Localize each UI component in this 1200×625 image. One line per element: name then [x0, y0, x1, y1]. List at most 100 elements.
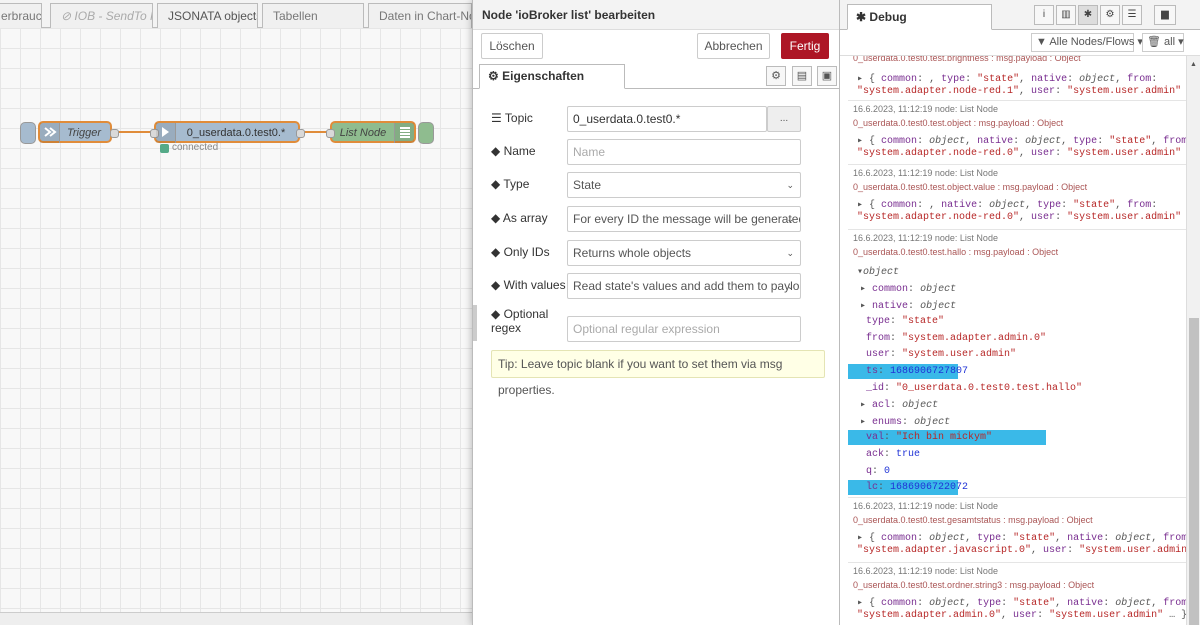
field-label: Only IDs — [503, 245, 550, 259]
flow-tab[interactable]: Daten in Chart-Nod — [368, 3, 472, 28]
debug-token: common — [881, 74, 918, 85]
name-input[interactable]: Name — [567, 139, 801, 165]
debug-value-line: "system.adapter.admin.0", user: "system.… — [857, 610, 1187, 621]
chevron-down-icon: ⌄ — [786, 180, 794, 190]
message-divider — [848, 164, 1187, 165]
field-topic: ☰ Topic 0_userdata.0.test0.* ... — [491, 106, 821, 132]
expand-triangle-icon[interactable]: ▸ — [860, 284, 872, 295]
expand-triangle-icon[interactable]: ▸ — [860, 417, 872, 428]
list-node[interactable]: List Node — [326, 121, 416, 143]
input-port[interactable] — [326, 129, 335, 138]
database-icon[interactable]: ☰ — [1122, 5, 1142, 25]
debug-token: , — [1019, 212, 1032, 223]
field-label: Type — [503, 177, 530, 191]
message-divider — [848, 229, 1187, 230]
expand-triangle-icon[interactable]: ▸ — [860, 301, 872, 312]
debug-token: native — [941, 200, 978, 211]
expand-triangle-icon[interactable]: ▸ — [857, 598, 869, 609]
property-row: user: "system.user.admin" — [866, 349, 1016, 360]
debug-token: from — [1127, 200, 1152, 211]
field-with-values: ◆ With values Read state's values and ad… — [491, 273, 821, 299]
message-topic: 0_userdata.0.test0.test.object.value : m… — [853, 182, 1088, 192]
tag-icon: ◆ — [491, 211, 501, 225]
flow-canvas[interactable]: Trigger 0_userdata.0.test0.* connected L… — [0, 28, 472, 625]
expand-triangle-icon[interactable]: ▸ — [860, 400, 872, 411]
topic-input[interactable]: 0_userdata.0.test0.* — [567, 106, 767, 132]
book-icon[interactable]: ▥ — [1056, 5, 1076, 25]
debug-token: "system.adapter.admin.0" — [857, 610, 1002, 621]
property-value: 1686906727807 — [890, 366, 969, 377]
scroll-up-icon[interactable]: ▲ — [1190, 61, 1197, 68]
debug-token: object — [929, 136, 966, 147]
debug-token: user — [1031, 212, 1056, 223]
output-port[interactable] — [110, 129, 119, 138]
debug-token: from — [1163, 136, 1187, 147]
tray-resize-handle[interactable] — [473, 305, 477, 341]
appearance-icon[interactable]: ▣ — [817, 66, 837, 86]
debug-token: "state" — [977, 74, 1020, 85]
debug-token: type — [941, 74, 966, 85]
gear-icon[interactable]: ⚙ — [1100, 5, 1120, 25]
flow-tab[interactable]: JSONATA objects — [157, 3, 258, 28]
debug-token: object — [863, 267, 900, 278]
topic-label: ☰ Topic — [491, 111, 533, 125]
flow-tab-disabled[interactable]: ⊘ IOB - SendTo Pr — [50, 3, 153, 28]
expand-triangle-icon[interactable]: ▸ — [857, 74, 869, 85]
ioget-node[interactable]: 0_userdata.0.test0.* — [150, 121, 305, 143]
expand-triangle-icon[interactable]: ▸ — [857, 200, 869, 211]
clear-dropdown[interactable]: 🗑 all ▾ — [1142, 33, 1184, 52]
debug-scrollbar[interactable]: ▲ — [1186, 56, 1200, 625]
tab-properties[interactable]: ⚙ Eigenschaften — [479, 64, 625, 89]
done-button[interactable]: Fertig — [781, 33, 829, 59]
filter-dropdown[interactable]: ▼ Alle Nodes/Flows ▾ — [1031, 33, 1143, 52]
edit-tray: Node 'ioBroker list' bearbeiten Löschen … — [472, 0, 840, 625]
property-row: q: 0 — [866, 466, 890, 477]
topic-browse-button[interactable]: ... — [767, 106, 801, 132]
delete-button[interactable]: Löschen — [481, 33, 543, 59]
bug-icon: ✱ — [856, 10, 867, 24]
settings-gear-icon[interactable]: ⚙ — [766, 66, 786, 86]
debug-token: : — [884, 382, 897, 394]
scroll-thumb[interactable] — [1189, 318, 1199, 625]
property-value: "state" — [902, 316, 945, 328]
debug-token: "system.adapter.node-red.1" — [857, 86, 1020, 97]
debug-token: common — [881, 136, 918, 147]
tab-debug[interactable]: ✱ Debug — [847, 4, 992, 30]
bug-icon[interactable]: ✱ — [1078, 5, 1098, 25]
debug-messages[interactable]: 0_userdata.0.test0.test.brightness : msg… — [840, 56, 1187, 625]
type-select[interactable]: State ⌄ — [567, 172, 801, 198]
debug-token: native — [1067, 533, 1104, 544]
only-ids-select[interactable]: Returns whole objects ⌄ — [567, 240, 801, 266]
flow-tab[interactable]: erbrauch — [0, 3, 42, 28]
as-array-select[interactable]: For every ID the message will be generat… — [567, 206, 801, 232]
chart-icon[interactable]: ▆ — [1154, 5, 1176, 25]
tray-toolbar: Löschen Abbrechen Fertig — [473, 30, 839, 61]
tip-box: Tip: Leave topic blank if you want to se… — [491, 350, 825, 397]
debug-token: type — [977, 598, 1002, 609]
regex-input[interactable]: Optional regular expression — [567, 316, 801, 342]
expand-triangle-icon[interactable]: ▸ — [857, 136, 869, 147]
trigger-inject-button[interactable] — [20, 122, 36, 144]
debug-token: : — [1067, 74, 1080, 85]
flow-tab[interactable]: Tabellen — [262, 3, 364, 28]
message-topic: 0_userdata.0.test0.test.object : msg.pay… — [853, 118, 1064, 128]
tasks-icon: ☰ — [491, 111, 502, 125]
debug-token: : — [878, 482, 891, 494]
disabled-icon: ⊘ — [61, 9, 72, 23]
property-key: ack — [866, 449, 885, 460]
output-port[interactable] — [296, 129, 305, 138]
trigger-node[interactable]: Trigger — [38, 121, 119, 143]
canvas-scrollbar[interactable] — [0, 612, 472, 625]
expand-triangle-icon[interactable]: ▸ — [857, 533, 869, 544]
info-icon[interactable]: i — [1034, 5, 1054, 25]
list-node-button[interactable] — [418, 122, 434, 144]
cancel-button[interactable]: Abbrechen — [697, 33, 770, 59]
debug-token: , — [1019, 148, 1032, 159]
debug-value-line: "system.adapter.node-red.1", user: "syst… — [857, 86, 1187, 97]
debug-token: { — [869, 200, 882, 211]
description-icon[interactable]: ▤ — [792, 66, 812, 86]
with-values-select[interactable]: Read state's values and add them to payl… — [567, 273, 801, 299]
property-value: "0_userdata.0.test0.test.hallo" — [896, 382, 1083, 394]
filter-label: Alle Nodes/Flows — [1049, 36, 1135, 48]
debug-token: , — [1031, 545, 1044, 556]
